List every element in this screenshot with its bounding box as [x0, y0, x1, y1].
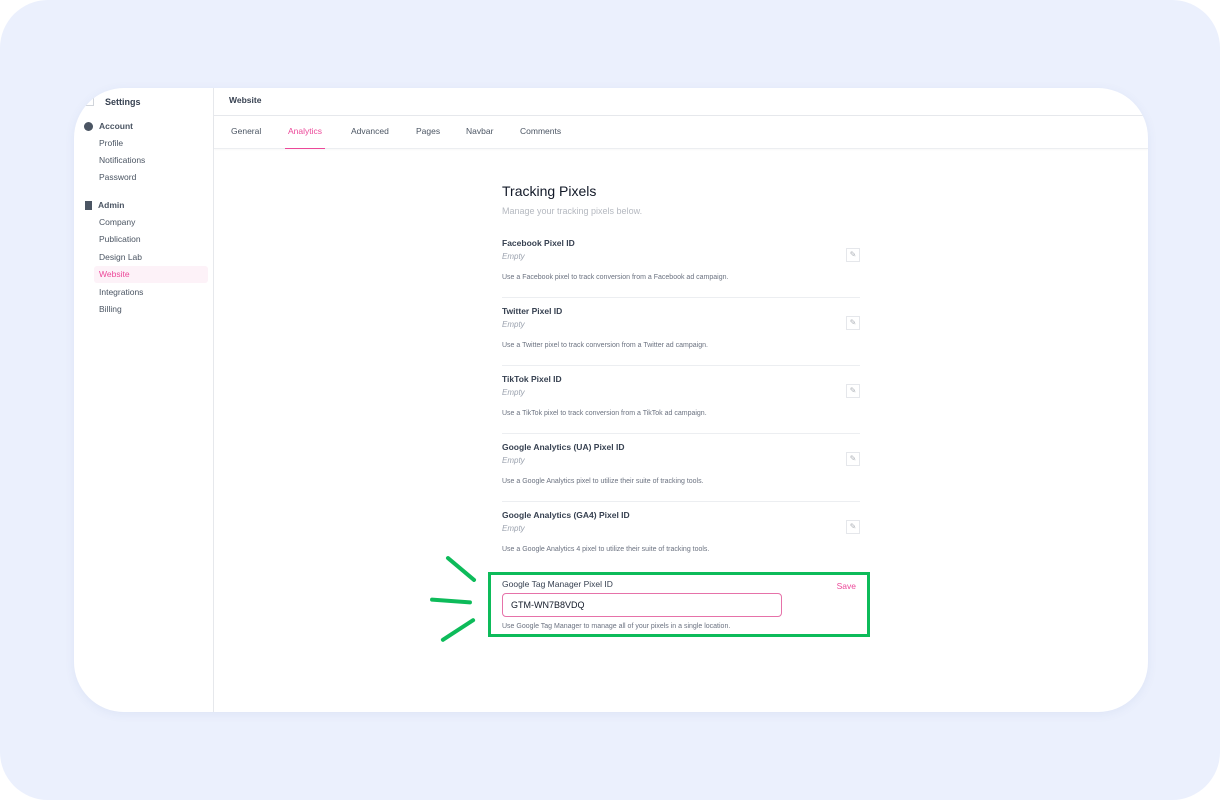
field-value: Empty	[502, 320, 525, 329]
sidebar-toggle-icon[interactable]: ▸	[84, 96, 94, 106]
field-description: Use a Google Analytics 4 pixel to utiliz…	[502, 546, 710, 553]
tracking-pixels-section: Tracking Pixels Manage your tracking pix…	[502, 183, 860, 570]
tab-navbar[interactable]: Navbar	[463, 116, 496, 149]
gtm-pixel-input[interactable]	[502, 593, 782, 617]
pencil-icon[interactable]: ✎	[846, 452, 860, 466]
tab-analytics[interactable]: Analytics	[285, 116, 326, 149]
sidebar: ▸ Settings Account Profile Notifications…	[74, 88, 214, 712]
tab-comments[interactable]: Comments	[517, 116, 564, 149]
tab-pages[interactable]: Pages	[413, 116, 443, 149]
highlight-ray	[440, 617, 476, 643]
field-value: Empty	[502, 388, 525, 397]
field-label: Facebook Pixel ID	[502, 238, 575, 248]
pixel-field-row: Google Analytics (UA) Pixel ID Empty Use…	[502, 434, 860, 502]
page-title: Website	[214, 88, 1148, 116]
field-label: Google Analytics (UA) Pixel ID	[502, 442, 625, 452]
sidebar-item-website[interactable]: Website	[94, 266, 208, 283]
sidebar-item-profile[interactable]: Profile	[94, 135, 208, 152]
gtm-description: Use Google Tag Manager to manage all of …	[502, 623, 731, 630]
field-value: Empty	[502, 252, 525, 261]
sidebar-item-design-lab[interactable]: Design Lab	[94, 249, 208, 266]
pixel-field-row: Facebook Pixel ID Empty Use a Facebook p…	[502, 230, 860, 298]
section-title: Tracking Pixels	[502, 183, 597, 199]
field-description: Use a Twitter pixel to track conversion …	[502, 342, 708, 349]
field-description: Use a Google Analytics pixel to utilize …	[502, 478, 704, 485]
sidebar-item-password[interactable]: Password	[94, 169, 208, 186]
field-label: Twitter Pixel ID	[502, 306, 563, 316]
pencil-icon[interactable]: ✎	[846, 520, 860, 534]
user-circle-icon	[84, 121, 93, 131]
sidebar-item-publication[interactable]: Publication	[94, 231, 208, 248]
save-button[interactable]: Save	[837, 581, 856, 591]
settings-window: ▸ Settings Account Profile Notifications…	[74, 88, 1148, 712]
sidebar-title: Settings	[105, 97, 141, 107]
sidebar-group-admin: Admin	[84, 200, 124, 210]
sidebar-item-company[interactable]: Company	[94, 214, 208, 231]
field-label: Google Analytics (GA4) Pixel ID	[502, 510, 630, 520]
pencil-icon[interactable]: ✎	[846, 384, 860, 398]
field-description: Use a TikTok pixel to track conversion f…	[502, 410, 707, 417]
pixel-field-row: Twitter Pixel ID Empty Use a Twitter pix…	[502, 298, 860, 366]
pixel-field-row: Google Analytics (GA4) Pixel ID Empty Us…	[502, 502, 860, 570]
group-label: Account	[99, 121, 133, 131]
tab-advanced[interactable]: Advanced	[348, 116, 392, 149]
sidebar-item-notifications[interactable]: Notifications	[94, 152, 208, 169]
sidebar-group-account: Account	[84, 121, 133, 131]
field-value: Empty	[502, 456, 525, 465]
gtm-label: Google Tag Manager Pixel ID	[502, 579, 613, 589]
section-subtitle: Manage your tracking pixels below.	[502, 206, 643, 216]
field-description: Use a Facebook pixel to track conversion…	[502, 274, 729, 281]
tab-bar: General Analytics Advanced Pages Navbar …	[214, 116, 1148, 149]
building-icon	[85, 200, 92, 210]
pencil-icon[interactable]: ✎	[846, 248, 860, 262]
highlight-ray	[445, 555, 477, 583]
field-label: TikTok Pixel ID	[502, 374, 562, 384]
pencil-icon[interactable]: ✎	[846, 316, 860, 330]
group-label: Admin	[98, 200, 125, 210]
gtm-field-highlight: Google Tag Manager Pixel ID Save Use Goo…	[488, 572, 870, 637]
highlight-ray	[429, 597, 473, 605]
sidebar-item-billing[interactable]: Billing	[94, 301, 208, 318]
sidebar-item-integrations[interactable]: Integrations	[94, 284, 208, 301]
tab-general[interactable]: General	[228, 116, 264, 149]
field-value: Empty	[502, 524, 525, 533]
pixel-field-row: TikTok Pixel ID Empty Use a TikTok pixel…	[502, 366, 860, 434]
